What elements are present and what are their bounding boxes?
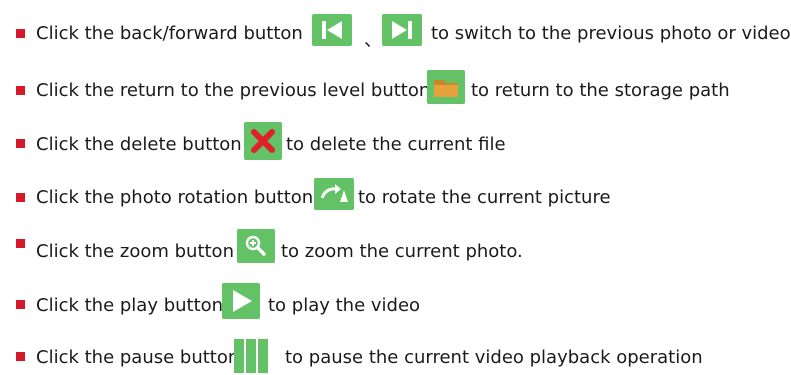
instruction-row: Click the play button to play the video <box>0 283 791 323</box>
rotate-icon <box>314 178 354 210</box>
bullet <box>16 352 25 361</box>
pause-icon <box>231 339 271 373</box>
instruction-text: Click the back/forward button <box>36 23 303 44</box>
instruction-text: to switch to the previous photo or video <box>431 23 791 44</box>
instruction-row: Click the back/forward button 、 to switc… <box>0 12 791 52</box>
bullet <box>16 139 25 148</box>
instruction-row: Click the delete button to delete the cu… <box>0 122 791 162</box>
delete-x-icon <box>244 122 282 160</box>
bullet <box>16 29 25 38</box>
instruction-text: to rotate the current picture <box>358 187 611 208</box>
instruction-text: Click the return to the previous level b… <box>36 80 431 101</box>
bullet <box>16 239 25 248</box>
bullet <box>16 300 25 309</box>
instruction-text: to delete the current file <box>286 134 506 155</box>
instruction-text: to play the video <box>268 295 421 316</box>
instruction-row: Click the zoom button to zoom the curren… <box>0 229 791 269</box>
instruction-text: Click the delete button <box>36 134 242 155</box>
play-icon <box>222 283 260 319</box>
instruction-text: Click the zoom button <box>36 241 234 262</box>
instruction-text: Click the pause button <box>36 347 240 368</box>
instruction-text: to return to the storage path <box>471 80 730 101</box>
skip-forward-icon <box>382 14 422 46</box>
instruction-text: Click the play button <box>36 295 224 316</box>
instruction-text: to pause the current video playback oper… <box>285 347 703 368</box>
bullet <box>16 193 25 202</box>
zoom-icon <box>237 229 275 263</box>
folder-icon <box>427 70 465 104</box>
instruction-row: Click the return to the previous level b… <box>0 68 791 108</box>
instruction-row: Click the pause button to pause the curr… <box>0 335 791 375</box>
instructions-page: { "instructions": [ { "pre": "Click the … <box>0 0 791 374</box>
skip-back-icon <box>312 14 352 46</box>
instruction-row: Click the photo rotation button to rotat… <box>0 176 791 216</box>
separator: 、 <box>364 30 382 51</box>
instruction-text: Click the photo rotation button <box>36 187 314 208</box>
bullet <box>16 86 25 95</box>
instruction-text: to zoom the current photo. <box>281 241 523 262</box>
